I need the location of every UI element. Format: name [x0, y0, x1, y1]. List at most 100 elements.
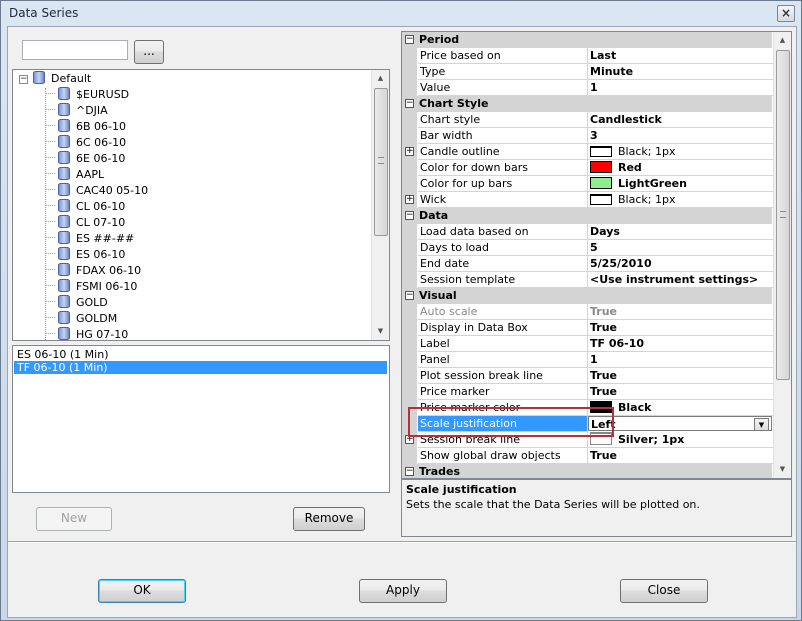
property-value-text: Black; 1px: [618, 145, 676, 158]
scale-justification-dropdown[interactable]: Left ▼: [588, 416, 772, 431]
property-value[interactable]: True: [588, 384, 774, 400]
collapse-icon[interactable]: −: [405, 467, 414, 476]
tree-item[interactable]: GOLD: [45, 295, 108, 311]
collapse-icon[interactable]: −: [19, 75, 28, 84]
property-row[interactable]: Display in Data Box True: [402, 320, 774, 336]
property-row[interactable]: Color for down bars Red: [402, 160, 774, 176]
property-row[interactable]: Label TF 06-10: [402, 336, 774, 352]
property-row[interactable]: End date 5/25/2010: [402, 256, 774, 272]
property-value[interactable]: Days: [588, 224, 774, 240]
property-value[interactable]: True: [588, 368, 774, 384]
property-value[interactable]: Candlestick: [588, 112, 774, 128]
property-row[interactable]: Plot session break line True: [402, 368, 774, 384]
category-trades[interactable]: − Trades: [402, 464, 772, 478]
property-row[interactable]: Days to load 5: [402, 240, 774, 256]
instrument-icon: [58, 135, 70, 148]
category-data[interactable]: − Data: [402, 208, 772, 224]
property-grid-scrollbar[interactable]: ▲ ▼: [773, 32, 791, 478]
close-window-button[interactable]: ×: [777, 5, 795, 22]
collapse-icon[interactable]: −: [405, 211, 414, 220]
property-value[interactable]: 3: [588, 128, 774, 144]
category-period[interactable]: − Period: [402, 32, 772, 48]
collapse-icon[interactable]: −: [405, 291, 414, 300]
property-row[interactable]: Panel 1: [402, 352, 774, 368]
scroll-down-icon[interactable]: ▼: [774, 461, 791, 478]
tree-item[interactable]: CAC40 05-10: [45, 183, 148, 199]
tree-item[interactable]: 6E 06-10: [45, 151, 125, 167]
data-series-list[interactable]: ES 06-10 (1 Min) TF 06-10 (1 Min): [12, 345, 390, 493]
scroll-down-icon[interactable]: ▼: [372, 323, 389, 340]
expand-icon[interactable]: +: [405, 147, 414, 156]
tree-item[interactable]: $EURUSD: [45, 87, 129, 103]
property-value[interactable]: LightGreen: [588, 176, 774, 192]
property-row[interactable]: Bar width 3: [402, 128, 774, 144]
property-value[interactable]: Minute: [588, 64, 774, 80]
tree-item[interactable]: AAPL: [45, 167, 104, 183]
tree-item[interactable]: GOLDM: [45, 311, 117, 327]
property-row[interactable]: + Wick Black; 1px: [402, 192, 774, 208]
property-value[interactable]: <Use instrument settings>: [588, 272, 774, 288]
series-item-selected[interactable]: TF 06-10 (1 Min): [14, 361, 387, 374]
scroll-thumb[interactable]: [374, 88, 388, 236]
category-visual[interactable]: − Visual: [402, 288, 772, 304]
property-value[interactable]: Last: [588, 48, 774, 64]
apply-button[interactable]: Apply: [359, 579, 447, 603]
property-value[interactable]: TF 06-10: [588, 336, 774, 352]
instrument-tree[interactable]: − Default $EURUSD ^DJIA 6B 06-10 6C 06-1…: [12, 69, 390, 341]
chevron-down-icon[interactable]: ▼: [754, 418, 769, 430]
tree-scrollbar[interactable]: ▲ ▼: [371, 70, 389, 340]
scroll-up-icon[interactable]: ▲: [372, 70, 389, 87]
property-row[interactable]: Price marker True: [402, 384, 774, 400]
property-value[interactable]: Silver; 1px: [588, 432, 774, 448]
series-item[interactable]: ES 06-10 (1 Min): [14, 348, 387, 361]
tree-item[interactable]: ES 06-10: [45, 247, 125, 263]
collapse-icon[interactable]: −: [405, 99, 414, 108]
tree-item[interactable]: 6B 06-10: [45, 119, 126, 135]
property-value[interactable]: Red: [588, 160, 774, 176]
category-chart-style[interactable]: − Chart Style: [402, 96, 772, 112]
property-value[interactable]: Black; 1px: [588, 144, 774, 160]
close-button[interactable]: Close: [620, 579, 708, 603]
tree-item[interactable]: CL 07-10: [45, 215, 125, 231]
property-row[interactable]: Value 1: [402, 80, 774, 96]
property-value[interactable]: 5/25/2010: [588, 256, 774, 272]
property-name: Load data based on: [418, 224, 588, 240]
instrument-search-input[interactable]: [22, 40, 128, 60]
property-row[interactable]: Price based on Last: [402, 48, 774, 64]
tree-item[interactable]: HG 07-10: [45, 327, 128, 340]
tree-item[interactable]: FSMI 06-10: [45, 279, 137, 295]
collapse-icon[interactable]: −: [405, 35, 414, 44]
property-row[interactable]: Session template <Use instrument settings…: [402, 272, 774, 288]
tree-root-default[interactable]: − Default: [17, 71, 91, 87]
property-row[interactable]: Chart style Candlestick: [402, 112, 774, 128]
tree-item[interactable]: CL 06-10: [45, 199, 125, 215]
remove-button[interactable]: Remove: [293, 507, 365, 531]
property-row[interactable]: Load data based on Days: [402, 224, 774, 240]
property-row[interactable]: Color for up bars LightGreen: [402, 176, 774, 192]
property-row[interactable]: Show global draw objects True: [402, 448, 774, 464]
property-value[interactable]: Black: [588, 400, 774, 416]
property-row[interactable]: Auto scale True: [402, 304, 774, 320]
dialog-body: ... − Default $EURUSD ^DJIA 6B 06-10 6C …: [7, 26, 797, 618]
ok-button[interactable]: OK: [98, 579, 186, 603]
property-value[interactable]: True: [588, 448, 774, 464]
property-name: Display in Data Box: [418, 320, 588, 336]
property-value[interactable]: 1: [588, 80, 774, 96]
scroll-up-icon[interactable]: ▲: [774, 32, 791, 49]
property-row[interactable]: + Candle outline Black; 1px: [402, 144, 774, 160]
property-value[interactable]: True: [588, 320, 774, 336]
tree-item[interactable]: ^DJIA: [45, 103, 108, 119]
property-value[interactable]: 1: [588, 352, 774, 368]
scroll-thumb[interactable]: [776, 50, 790, 380]
property-value[interactable]: Black; 1px: [588, 192, 774, 208]
expand-icon[interactable]: +: [405, 195, 414, 204]
tree-item[interactable]: 6C 06-10: [45, 135, 126, 151]
tree-item[interactable]: FDAX 06-10: [45, 263, 141, 279]
property-row[interactable]: Type Minute: [402, 64, 774, 80]
new-button[interactable]: New: [36, 507, 112, 531]
tree-item[interactable]: ES ##-##: [45, 231, 134, 247]
browse-button[interactable]: ...: [134, 40, 164, 64]
property-grid[interactable]: − Period Price based on Last Type Minute Va…: [401, 31, 792, 479]
property-value: True: [588, 304, 774, 320]
property-value[interactable]: 5: [588, 240, 774, 256]
